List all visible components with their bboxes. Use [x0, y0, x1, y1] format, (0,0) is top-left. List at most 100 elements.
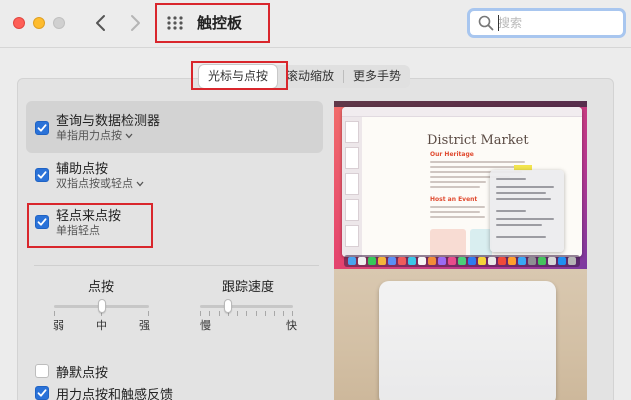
popover-line — [496, 224, 542, 226]
dock-app-icon — [448, 257, 456, 265]
slider-tick — [219, 311, 220, 316]
show-all-grid-icon[interactable] — [166, 15, 184, 31]
slider-tick — [292, 311, 293, 316]
lookup-checkbox[interactable] — [35, 121, 49, 135]
dock-app-icon — [348, 257, 356, 265]
tap-option-highlight-box — [27, 203, 153, 248]
tracking-speed-track[interactable] — [200, 305, 293, 308]
secondary-click-menu[interactable]: 双指点按或轻点 — [56, 175, 144, 191]
text-line — [430, 181, 486, 183]
dock-app-icon — [378, 257, 386, 265]
section-divider — [34, 265, 319, 266]
dock-app-icon — [468, 257, 476, 265]
slider-tick — [246, 311, 247, 316]
silent-click-label: 静默点按 — [56, 366, 109, 381]
text-line — [430, 206, 485, 208]
slider-tick — [274, 311, 275, 316]
minimize-window-button[interactable] — [33, 17, 45, 29]
dock-app-icon — [488, 257, 496, 265]
preview-illustration — [470, 229, 492, 257]
slider-tick — [54, 311, 55, 316]
click-mid-label: 中 — [96, 319, 107, 332]
preview-page-thumbnails — [342, 117, 362, 257]
page-thumbnail — [345, 199, 359, 221]
slider-tick — [237, 311, 238, 316]
secondary-click-value: 双指点按或轻点 — [56, 177, 133, 190]
dock-app-icon — [408, 257, 416, 265]
text-caret — [498, 15, 499, 31]
click-min-label: 弱 — [53, 319, 64, 332]
tab-more-gestures[interactable]: 更多手势 — [344, 65, 410, 88]
dock-app-icon — [438, 257, 446, 265]
preview-trackpad — [379, 281, 556, 400]
speed-max-label: 快 — [286, 319, 297, 332]
preview-toolbar — [342, 107, 582, 117]
text-line — [430, 216, 485, 218]
dock-app-icon — [518, 257, 526, 265]
dock-app-icon — [548, 257, 556, 265]
force-click-label: 用力点按和触感反馈 — [56, 388, 174, 400]
preview-document-title: District Market — [427, 133, 529, 148]
dock-app-icon — [418, 257, 426, 265]
preview-document-window: District Market Our Heritage Host an Eve… — [342, 107, 582, 257]
chevron-down-icon — [125, 133, 133, 139]
dock-app-icon — [398, 257, 406, 265]
popover-line — [496, 236, 546, 238]
slider-tick — [265, 311, 266, 316]
page-thumbnail — [345, 121, 359, 143]
preview-heading: Host an Event — [430, 196, 478, 203]
page-thumbnail — [345, 225, 359, 247]
dock-app-icon — [478, 257, 486, 265]
click-slider-label: 点按 — [88, 280, 115, 295]
popover-line — [496, 192, 546, 194]
chevron-down-icon — [136, 181, 144, 187]
tab-highlight-box — [191, 61, 288, 90]
slider-tick — [148, 311, 149, 316]
dock-app-icon — [498, 257, 506, 265]
preview-illustration — [430, 229, 466, 257]
dock-app-icon — [558, 257, 566, 265]
slider-tick — [256, 311, 257, 316]
lookup-gesture-value: 单指用力点按 — [56, 129, 122, 142]
page-thumbnail — [345, 147, 359, 169]
text-line — [430, 161, 525, 163]
search-input[interactable] — [498, 13, 616, 33]
popover-line — [496, 218, 554, 220]
dock-app-icon — [358, 257, 366, 265]
text-line — [430, 166, 518, 168]
popover-line — [496, 178, 526, 180]
preview-heading: Our Heritage — [430, 151, 474, 158]
silent-click-checkbox[interactable] — [35, 364, 49, 378]
dock-app-icon — [458, 257, 466, 265]
gesture-preview: District Market Our Heritage Host an Eve… — [334, 101, 587, 400]
popover-line — [496, 210, 526, 212]
dock-app-icon — [368, 257, 376, 265]
dock-app-icon — [428, 257, 436, 265]
lookup-gesture-menu[interactable]: 单指用力点按 — [56, 127, 133, 143]
forward-arrow-icon[interactable] — [126, 12, 144, 34]
dock-app-icon — [508, 257, 516, 265]
dock-app-icon — [528, 257, 536, 265]
click-slider-knob[interactable] — [97, 299, 106, 313]
dock-app-icon — [568, 257, 576, 265]
window-title: 触控板 — [197, 14, 243, 32]
tracking-speed-knob[interactable] — [223, 299, 232, 313]
slider-tick — [200, 311, 201, 316]
dock-app-icon — [388, 257, 396, 265]
search-icon — [478, 15, 494, 31]
click-max-label: 强 — [139, 319, 150, 332]
force-click-checkbox[interactable] — [35, 386, 49, 400]
popover-line — [496, 186, 554, 188]
back-arrow-icon[interactable] — [92, 12, 110, 34]
secondary-click-checkbox[interactable] — [35, 168, 49, 182]
slider-tick — [209, 311, 210, 316]
text-line — [430, 186, 480, 188]
slider-tick — [283, 311, 284, 316]
lookup-popover — [490, 170, 564, 252]
zoom-window-button[interactable] — [53, 17, 65, 29]
page-thumbnail — [345, 173, 359, 195]
popover-line — [496, 198, 551, 200]
tracking-speed-label: 跟踪速度 — [222, 280, 275, 295]
close-window-button[interactable] — [13, 17, 25, 29]
dock-app-icon — [538, 257, 546, 265]
